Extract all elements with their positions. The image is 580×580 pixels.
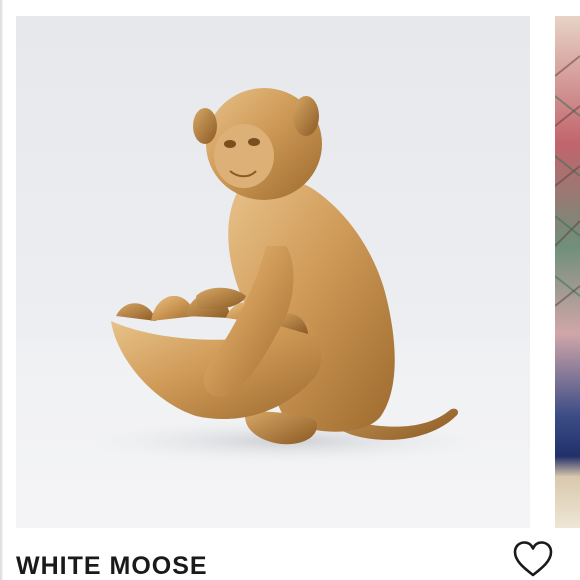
heart-outline-icon: [513, 541, 553, 577]
listing-image-main[interactable]: [16, 16, 530, 528]
like-button[interactable]: [510, 540, 556, 580]
listing-page: WHITE MOOSE: [0, 0, 580, 580]
screen-edge: [0, 0, 3, 580]
brand-name[interactable]: WHITE MOOSE: [16, 552, 208, 580]
listing-image-next[interactable]: [555, 16, 580, 528]
image-carousel[interactable]: [16, 16, 580, 528]
gold-monkey-statue-image: [86, 88, 486, 463]
painting-thumbnail-image: [555, 16, 580, 528]
